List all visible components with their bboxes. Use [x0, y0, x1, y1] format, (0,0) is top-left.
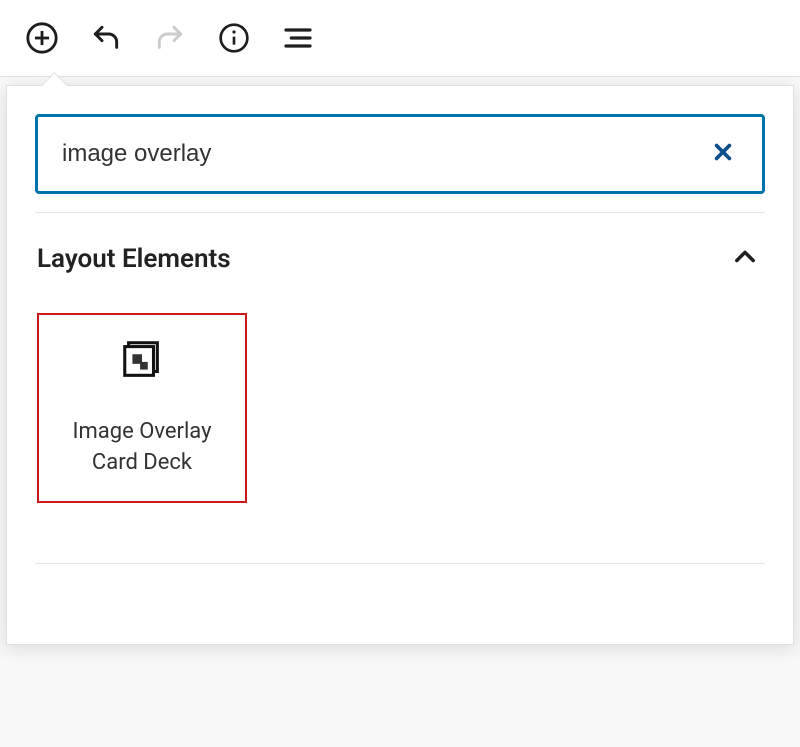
plus-circle-icon [25, 21, 59, 55]
search-container [7, 86, 793, 212]
add-block-button[interactable] [24, 20, 60, 56]
chevron-up-icon [731, 243, 759, 275]
editor-toolbar [0, 0, 800, 77]
bottom-spacer [7, 564, 793, 644]
section-title: Layout Elements [37, 244, 231, 274]
redo-button[interactable] [152, 20, 188, 56]
block-inserter-popover: Layout Elements Image Overlay Card Deck [6, 85, 794, 645]
block-results-grid: Image Overlay Card Deck [7, 285, 793, 563]
section-toggle-layout-elements[interactable]: Layout Elements [7, 213, 793, 285]
redo-icon [154, 22, 186, 54]
list-outline-icon [282, 22, 314, 54]
block-label: Image Overlay Card Deck [39, 417, 245, 479]
outline-button[interactable] [280, 20, 316, 56]
undo-button[interactable] [88, 20, 124, 56]
image-overlay-icon [119, 337, 165, 387]
info-button[interactable] [216, 20, 252, 56]
clear-search-button[interactable] [684, 138, 762, 170]
search-wrap [35, 114, 765, 194]
undo-icon [90, 22, 122, 54]
block-image-overlay-card-deck[interactable]: Image Overlay Card Deck [37, 313, 247, 503]
info-icon [218, 22, 250, 54]
search-input[interactable] [38, 140, 684, 168]
close-icon [712, 141, 734, 163]
